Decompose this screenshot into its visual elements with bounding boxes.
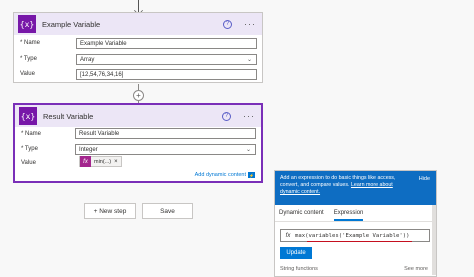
panel-description: Add an expression to do basic things lik…: [280, 175, 410, 196]
more-options-icon[interactable]: ···: [243, 111, 255, 121]
scrollbar[interactable]: [432, 205, 436, 275]
remove-token-icon[interactable]: ×: [114, 159, 121, 165]
hide-button[interactable]: Hide: [419, 176, 430, 183]
expression-text: max(variables('Example Variable')): [295, 232, 412, 242]
new-step-button[interactable]: + New step: [84, 203, 136, 219]
tab-dynamic-content[interactable]: Dynamic content: [279, 208, 324, 221]
card-header[interactable]: {x} Example Variable ? ···: [14, 13, 262, 35]
variable-icon: {x}: [19, 107, 37, 125]
card-title: Result Variable: [43, 111, 94, 121]
panel-tabs: Dynamic content Expression: [275, 208, 436, 222]
value-label: Value: [20, 71, 35, 77]
name-field[interactable]: Result Variable: [75, 128, 256, 139]
string-functions-heading: String functions: [280, 266, 318, 272]
error-underline: [307, 240, 412, 242]
add-dynamic-content-link[interactable]: Add dynamic content ⚡: [195, 172, 255, 178]
value-field[interactable]: [12,54,76,34,16]: [76, 69, 257, 80]
card-header[interactable]: {x} Result Variable ? ···: [15, 105, 261, 127]
type-label: * Type: [20, 56, 37, 62]
function-icon: fx: [285, 232, 291, 239]
variable-icon: {x}: [18, 15, 36, 33]
panel-header: Add an expression to do basic things lik…: [275, 171, 436, 205]
expression-value: max(variables('Example Variable')): [295, 232, 410, 239]
add-step-icon[interactable]: +: [133, 90, 144, 101]
expression-token[interactable]: fx min(...) ×: [79, 156, 122, 167]
token-label: min(...): [94, 158, 112, 165]
name-label: * Name: [21, 131, 42, 137]
result-variable-card: {x} Result Variable ? ··· * Name Result …: [13, 103, 263, 183]
type-value: Integer: [79, 146, 98, 153]
chevron-down-icon: ⌄: [246, 57, 252, 63]
save-button[interactable]: Save: [142, 203, 193, 219]
chevron-down-icon: ⌄: [245, 147, 251, 153]
type-dropdown[interactable]: Array ⌄: [76, 54, 257, 65]
value-label: Value: [21, 160, 36, 166]
type-label: * Type: [21, 146, 38, 152]
see-more-link[interactable]: See more: [404, 266, 428, 272]
update-button[interactable]: Update: [280, 247, 312, 259]
name-label: * Name: [20, 40, 41, 46]
example-variable-card: {x} Example Variable ? ··· * Name Exampl…: [13, 12, 263, 83]
dynamic-content-panel: Add an expression to do basic things lik…: [274, 170, 437, 277]
tab-expression[interactable]: Expression: [333, 208, 364, 221]
type-value: Array: [80, 56, 95, 63]
type-dropdown[interactable]: Integer ⌄: [75, 144, 256, 155]
add-dynamic-content-label: Add dynamic content: [194, 172, 246, 178]
expression-input[interactable]: fx max(variables('Example Variable')): [280, 229, 430, 242]
card-title: Example Variable: [42, 19, 101, 29]
help-icon[interactable]: ?: [222, 111, 231, 121]
help-icon[interactable]: ?: [223, 19, 232, 29]
more-options-icon[interactable]: ···: [244, 19, 256, 29]
dynamic-content-icon: ⚡: [248, 172, 255, 178]
function-icon: fx: [80, 156, 91, 167]
name-field[interactable]: Example Variable: [76, 38, 257, 49]
